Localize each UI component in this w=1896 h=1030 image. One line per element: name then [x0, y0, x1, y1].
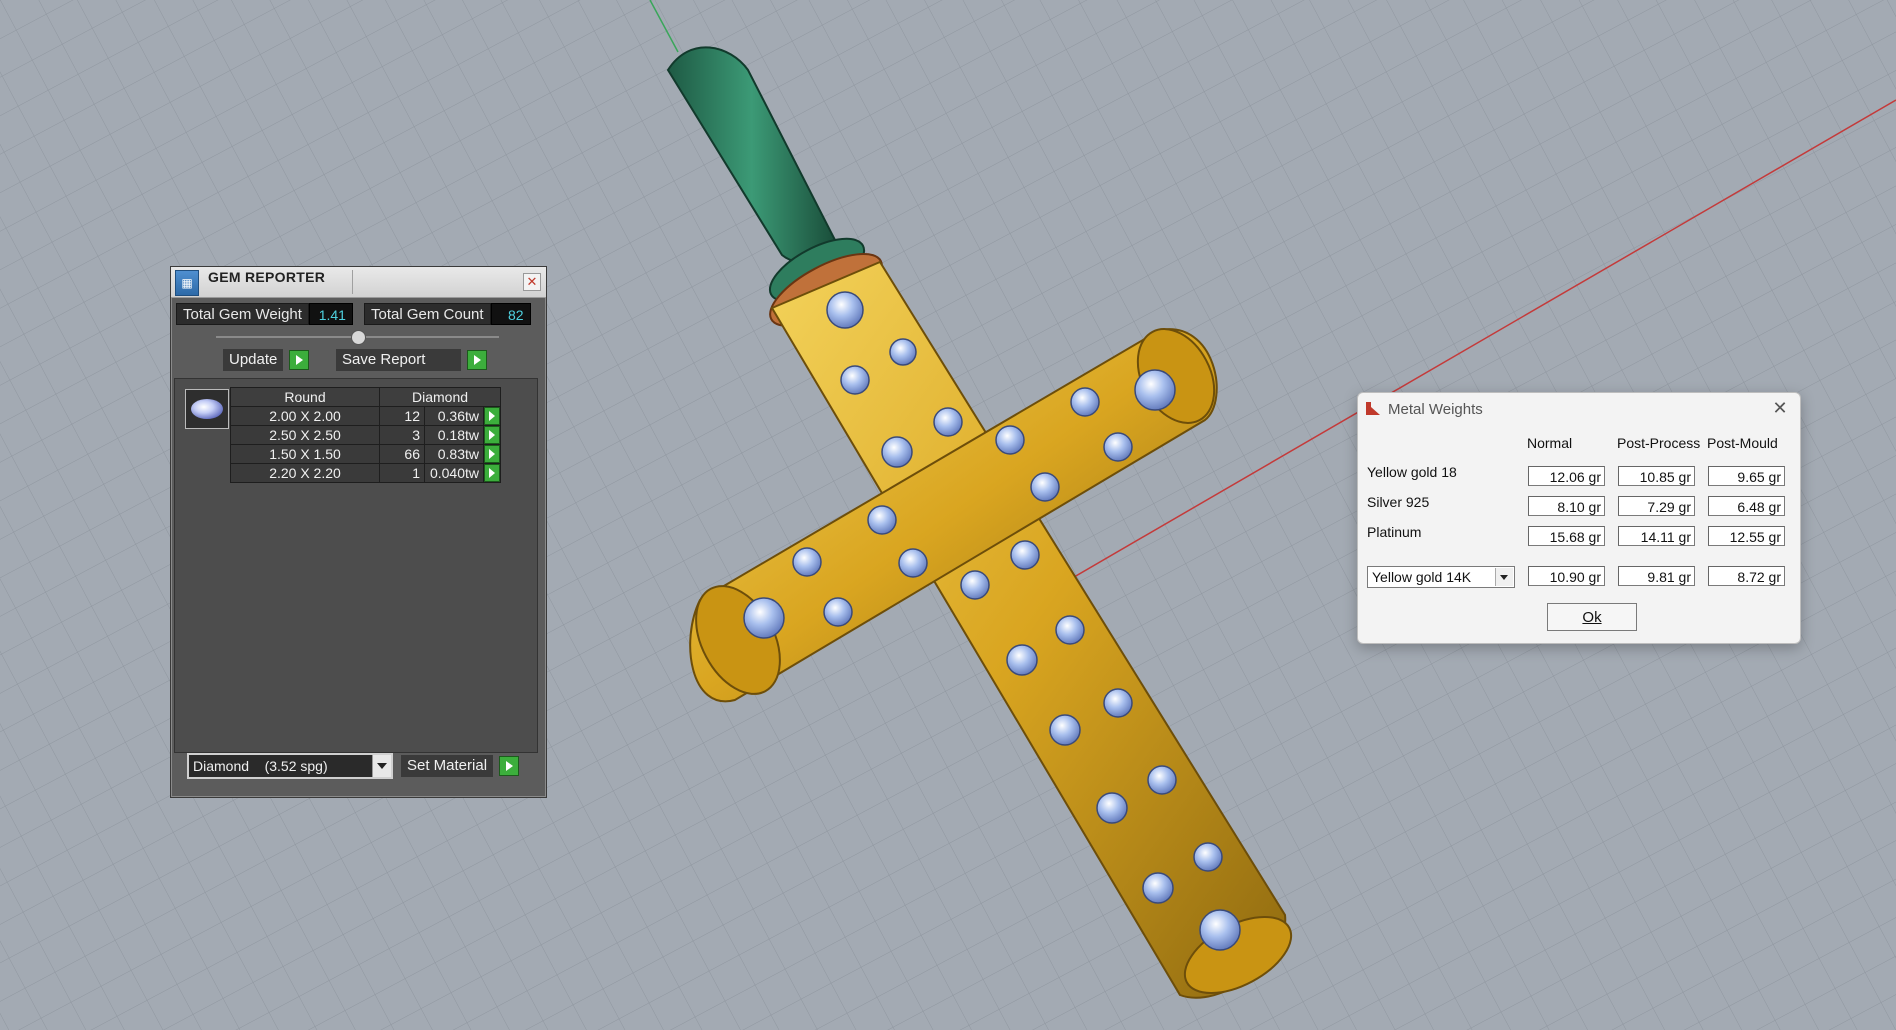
post-process-weight-field[interactable]: 7.29 gr [1618, 496, 1695, 516]
play-arrow-icon[interactable] [484, 464, 500, 482]
set-material-button[interactable]: Set Material [401, 755, 520, 777]
metal-select-value: Yellow gold 14K [1372, 569, 1472, 585]
table-row[interactable]: 2.00 X 2.00 12 0.36tw [230, 406, 501, 426]
normal-weight-field[interactable]: 10.90 gr [1528, 566, 1605, 586]
material-select-value: Diamond (3.52 spg) [193, 758, 328, 774]
column-header-post-mould: Post-Mould [1707, 435, 1778, 451]
ok-label: Ok [1582, 609, 1602, 626]
metal-select[interactable]: Yellow gold 14K [1367, 566, 1515, 588]
total-gem-weight-label: Total Gem Weight [176, 303, 309, 325]
column-header-normal: Normal [1527, 435, 1573, 451]
row-go-button[interactable] [483, 463, 501, 483]
gem-reporter-title: GEM REPORTER [208, 269, 326, 285]
gem-list: Round Diamond 2.00 X 2.00 12 0.36tw 2.50… [174, 378, 538, 753]
gem-size: 2.20 X 2.20 [230, 463, 380, 483]
save-report-button[interactable]: Save Report [336, 349, 488, 371]
gem-size: 2.50 X 2.50 [230, 425, 380, 445]
post-process-weight-field[interactable]: 14.11 gr [1618, 526, 1695, 546]
gem-reporter-app-icon: ▦ [175, 270, 199, 296]
metal-label-platinum: Platinum [1367, 524, 1422, 540]
total-gem-weight-value: 1.41 [308, 303, 353, 325]
post-process-weight-field[interactable]: 10.85 gr [1618, 466, 1695, 486]
gem-size: 1.50 X 1.50 [230, 444, 380, 464]
save-report-label: Save Report [336, 349, 462, 371]
play-arrow-icon[interactable] [484, 426, 500, 444]
update-button[interactable]: Update [223, 349, 310, 371]
normal-weight-field[interactable]: 8.10 gr [1528, 496, 1605, 516]
panel-slider-handle[interactable] [351, 330, 366, 345]
play-arrow-icon[interactable] [499, 756, 520, 776]
close-icon[interactable]: ✕ [1770, 398, 1790, 418]
normal-weight-field[interactable]: 12.06 gr [1528, 466, 1605, 486]
play-arrow-icon[interactable] [484, 445, 500, 463]
total-gem-count-value: 82 [490, 303, 531, 325]
gem-reporter-panel: ▦ GEM REPORTER ✕ Total Gem Weight 1.41 T… [170, 266, 547, 798]
column-header-shape: Round [230, 387, 380, 407]
metal-label-yellow-gold-18: Yellow gold 18 [1367, 464, 1457, 480]
ok-button[interactable]: Ok [1547, 603, 1637, 631]
titlebar-separator [352, 270, 353, 294]
gem-count: 12 [379, 406, 425, 426]
gem-count: 1 [379, 463, 425, 483]
row-go-button[interactable] [483, 406, 501, 426]
table-row[interactable]: 2.50 X 2.50 3 0.18tw [230, 425, 501, 445]
gem-weight: 0.040tw [424, 463, 484, 483]
gem-weight: 0.36tw [424, 406, 484, 426]
play-arrow-icon[interactable] [484, 407, 500, 425]
close-icon[interactable]: ✕ [523, 273, 541, 291]
dropdown-arrow-icon[interactable] [1495, 568, 1513, 586]
total-gem-weight: Total Gem Weight 1.41 [176, 303, 353, 325]
metal-weights-title: Metal Weights [1388, 401, 1483, 418]
table-row[interactable]: 1.50 X 1.50 66 0.83tw [230, 444, 501, 464]
metal-weights-titlebar[interactable]: Metal Weights ✕ [1358, 393, 1800, 425]
column-header-material: Diamond [379, 387, 501, 407]
post-mould-weight-field[interactable]: 9.65 gr [1708, 466, 1785, 486]
gem-weight: 0.83tw [424, 444, 484, 464]
post-mould-weight-field[interactable]: 8.72 gr [1708, 566, 1785, 586]
play-arrow-icon[interactable] [289, 350, 310, 370]
row-go-button[interactable] [483, 444, 501, 464]
normal-weight-field[interactable]: 15.68 gr [1528, 526, 1605, 546]
post-mould-weight-field[interactable]: 12.55 gr [1708, 526, 1785, 546]
row-go-button[interactable] [483, 425, 501, 445]
gem-thumbnail-icon[interactable] [185, 389, 229, 429]
metal-label-silver-925: Silver 925 [1367, 494, 1430, 510]
material-select[interactable]: Diamond (3.52 spg) [187, 753, 393, 779]
metal-weights-dialog: Metal Weights ✕ Normal Post-Process Post… [1357, 392, 1801, 644]
update-label: Update [223, 349, 284, 371]
column-header-post-process: Post-Process [1617, 435, 1701, 451]
post-process-weight-field[interactable]: 9.81 gr [1618, 566, 1695, 586]
table-row[interactable]: 2.20 X 2.20 1 0.040tw [230, 463, 501, 483]
gem-count: 3 [379, 425, 425, 445]
set-material-label: Set Material [401, 755, 494, 777]
play-arrow-icon[interactable] [467, 350, 488, 370]
gem-count: 66 [379, 444, 425, 464]
gem-weight: 0.18tw [424, 425, 484, 445]
total-gem-count-label: Total Gem Count [364, 303, 491, 325]
gem-size: 2.00 X 2.00 [230, 406, 380, 426]
dropdown-arrow-icon[interactable] [372, 755, 391, 777]
total-gem-count: Total Gem Count 82 [364, 303, 531, 325]
post-mould-weight-field[interactable]: 6.48 gr [1708, 496, 1785, 516]
gem-reporter-titlebar[interactable]: ▦ GEM REPORTER ✕ [171, 267, 546, 298]
gem-table: Round Diamond 2.00 X 2.00 12 0.36tw 2.50… [230, 387, 501, 483]
metal-weights-app-icon [1366, 402, 1380, 415]
